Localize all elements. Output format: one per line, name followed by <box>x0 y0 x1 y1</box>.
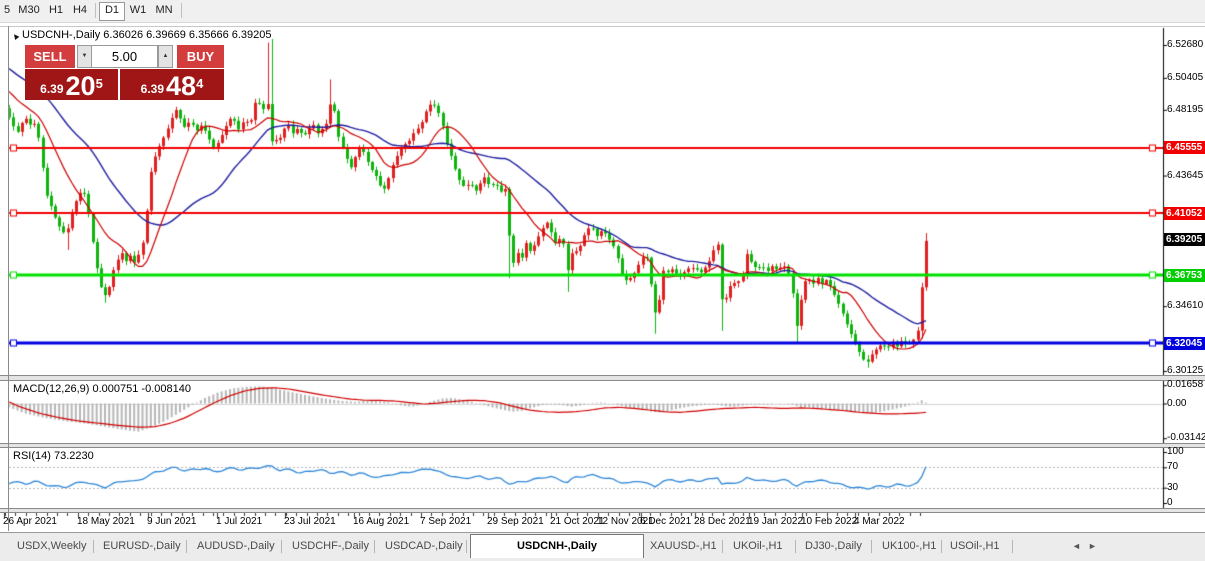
toolbar-separator <box>181 3 182 18</box>
date-label: 4 Mar 2022 <box>854 516 905 527</box>
buy-price-sup: 4 <box>196 76 204 91</box>
chart-window-left-border <box>8 26 9 531</box>
tab-separator <box>941 540 942 553</box>
macd-tick-label: 0.00 <box>1167 397 1187 409</box>
symbol-tab-bar: USDX,Weekly EURUSD-,Daily AUDUSD-,Daily USD… <box>0 532 1205 561</box>
date-label: 7 Sep 2021 <box>420 516 472 527</box>
timeframe-toolbar: 5 M30 H1 H4 D1 W1 MN <box>0 0 1205 23</box>
sell-price-panel[interactable]: 6.39 20 5 <box>25 69 118 100</box>
buy-button[interactable]: BUY <box>177 45 224 68</box>
tab-separator <box>795 540 796 553</box>
timeframe-button-h1[interactable]: H1 <box>45 2 67 19</box>
timeframe-button-h4[interactable]: H4 <box>69 2 91 19</box>
rsi-tick-label: 30 <box>1167 481 1179 493</box>
date-label: 16 Aug 2021 <box>353 516 410 527</box>
tab-ukoil-h1[interactable]: UKOil-,H1 <box>733 536 783 557</box>
macd-tick-label: 0.01658 <box>1167 379 1204 391</box>
tab-separator <box>466 540 467 553</box>
tab-separator <box>93 540 94 553</box>
chart-title-symbol: USDCNH-,Daily <box>22 29 101 41</box>
timeframe-button-d1[interactable]: D1 <box>99 2 125 21</box>
tab-usdcad-daily[interactable]: USDCAD-,Daily <box>385 536 463 557</box>
chevron-down-icon: ▼ <box>81 53 88 59</box>
chart-window-top-border <box>0 26 1205 27</box>
sell-price-sup: 5 <box>95 76 103 91</box>
rsi-tick-label: 0 <box>1167 497 1173 508</box>
timeframe-button-5[interactable]: 5 <box>1 2 13 19</box>
tab-eurusd-daily[interactable]: EURUSD-,Daily <box>103 536 181 557</box>
price-tick-label: 6.48195 <box>1167 103 1204 115</box>
chart-title-ohlc: 6.36026 6.39669 6.35666 6.39205 <box>103 29 272 41</box>
volume-input[interactable]: 5.00 <box>91 45 158 68</box>
tab-separator <box>374 540 375 553</box>
tab-separator <box>722 540 723 553</box>
toolbar-separator <box>95 3 96 18</box>
one-click-trade-panel: SELL ▼ 5.00 ▲ BUY 6.39 20 5 6.39 48 4 <box>25 45 224 100</box>
price-line-label: 6.39205 <box>1164 233 1205 247</box>
timeframe-button-w1[interactable]: W1 <box>126 2 150 19</box>
timeframe-button-m30[interactable]: M30 <box>15 2 43 19</box>
macd-pane-label: MACD(12,26,9) 0.000751 -0.008140 <box>13 383 191 395</box>
date-label: 18 May 2021 <box>77 516 135 527</box>
tab-dj30-daily[interactable]: DJ30-,Daily <box>805 536 862 557</box>
volume-increase-button[interactable]: ▲ <box>158 45 173 68</box>
date-label: 1 Jul 2021 <box>216 516 263 527</box>
price-tick-label: 6.43645 <box>1167 169 1204 181</box>
pane-separator-price-macd[interactable] <box>0 375 1205 381</box>
date-label: 10 Feb 2022 <box>801 516 858 527</box>
sell-button[interactable]: SELL <box>25 45 75 68</box>
price-tick-label: 6.52680 <box>1167 39 1204 50</box>
tab-separator <box>1012 540 1013 553</box>
tab-usdcnh-daily[interactable]: USDCNH-,Daily <box>470 534 644 558</box>
tab-uk100-h1[interactable]: UK100-,H1 <box>882 536 936 557</box>
tab-audusd-daily[interactable]: AUDUSD-,Daily <box>197 536 275 557</box>
tab-separator <box>871 540 872 553</box>
sell-price-big: 20 <box>65 71 96 101</box>
price-tick-label: 6.34610 <box>1167 300 1204 312</box>
chart-title: USDCNH-,Daily 6.36026 6.39669 6.35666 6.… <box>22 29 272 41</box>
date-label: 29 Sep 2021 <box>487 516 544 527</box>
price-line-label: 6.32045 <box>1164 336 1205 350</box>
trading-platform-window: 5 M30 H1 H4 D1 W1 MN ▲ USDCNH-,Daily 6.36026 6… <box>0 0 1205 561</box>
date-label: 6 Dec 2021 <box>640 516 692 527</box>
pane-separator-rsi-dates <box>0 508 1205 513</box>
volume-decrease-button[interactable]: ▼ <box>77 45 92 68</box>
date-label: 19 Jan 2022 <box>748 516 804 527</box>
chevron-up-icon: ▲ <box>162 53 169 59</box>
tab-xauusd-h1[interactable]: XAUUSD-,H1 <box>650 536 717 557</box>
tab-separator <box>186 540 187 553</box>
pane-separator-macd-rsi[interactable] <box>0 443 1205 448</box>
timeframe-button-mn[interactable]: MN <box>151 2 177 19</box>
price-tick-label: 6.30125 <box>1167 364 1204 376</box>
buy-price-small: 6.39 <box>140 82 165 96</box>
price-line-label: 6.36753 <box>1164 268 1205 282</box>
tab-separator <box>281 540 282 553</box>
price-tick-label: 6.50405 <box>1167 71 1204 83</box>
tab-usoil-h1[interactable]: USOil-,H1 <box>950 536 1000 557</box>
tab-usdx-weekly[interactable]: USDX,Weekly <box>17 536 86 557</box>
buy-price-big: 48 <box>166 71 197 101</box>
date-label: 9 Jun 2021 <box>147 516 197 527</box>
buy-price-panel[interactable]: 6.39 48 4 <box>120 69 224 100</box>
price-line-label: 6.41052 <box>1164 206 1205 220</box>
sell-price-small: 6.39 <box>40 82 64 96</box>
rsi-tick-label: 70 <box>1167 461 1179 473</box>
tab-usdchf-daily[interactable]: USDCHF-,Daily <box>292 536 369 557</box>
price-line-label: 6.45555 <box>1164 141 1205 155</box>
date-label: 23 Jul 2021 <box>284 516 336 527</box>
tabs-scroll-left-icon[interactable]: ◄ <box>1072 540 1081 553</box>
macd-tick-label: -0.03142 <box>1167 432 1205 444</box>
tabs-scroll-right-icon[interactable]: ► <box>1088 540 1097 553</box>
rsi-pane-label: RSI(14) 73.2230 <box>13 450 94 462</box>
rsi-tick-label: 100 <box>1167 446 1184 457</box>
date-label: 26 Apr 2021 <box>3 516 57 527</box>
date-label: 28 Dec 2021 <box>694 516 751 527</box>
